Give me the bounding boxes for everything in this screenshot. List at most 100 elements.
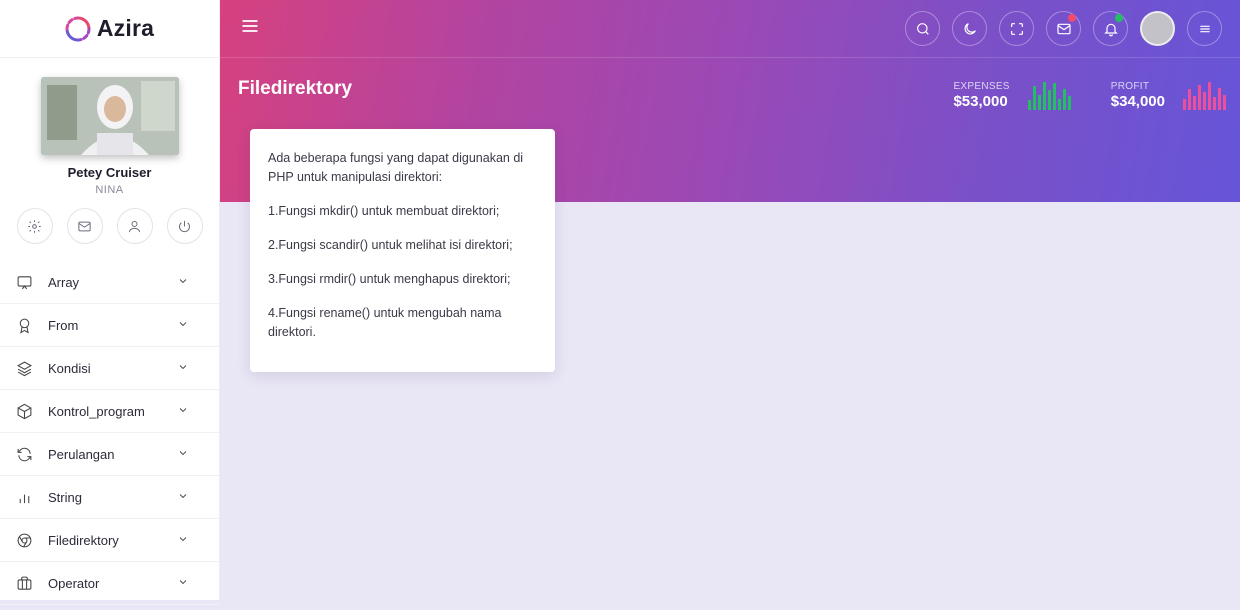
bell-badge bbox=[1115, 14, 1123, 22]
sparkline-bar bbox=[1052, 83, 1056, 110]
mail-badge bbox=[1068, 14, 1076, 22]
sidebar-item-label: Kondisi bbox=[48, 360, 91, 376]
sparkline-bar bbox=[1223, 95, 1226, 110]
moon-icon bbox=[964, 22, 976, 34]
user-icon bbox=[129, 220, 140, 232]
expenses-sparkline bbox=[1027, 80, 1071, 110]
profile-role: NINA bbox=[95, 184, 124, 196]
sparkline-bar bbox=[1042, 82, 1046, 110]
sidebar-item-label: Array bbox=[48, 274, 80, 290]
sidebar-item-label: Operator bbox=[48, 575, 100, 591]
sparkline-bar bbox=[1208, 82, 1211, 110]
mail-icon bbox=[78, 221, 91, 231]
sparkline-bar bbox=[1198, 85, 1201, 110]
box-icon bbox=[17, 403, 32, 419]
sidebar-item-operator[interactable]: Operator bbox=[0, 562, 219, 605]
sparkline-bar bbox=[1203, 92, 1206, 110]
messages-button[interactable] bbox=[1046, 11, 1081, 46]
hamburger-icon bbox=[242, 20, 258, 32]
stat-label: PROFIT bbox=[1110, 81, 1150, 92]
fullscreen-button[interactable] bbox=[999, 11, 1034, 46]
sidebar-item-kontrol-program[interactable]: Kontrol_program bbox=[0, 390, 219, 433]
power-icon bbox=[179, 220, 190, 232]
content-intro: Ada beberapa fungsi yang dapat digunakan… bbox=[268, 151, 524, 184]
chevron-down-icon bbox=[179, 579, 187, 584]
user-avatar[interactable] bbox=[1140, 11, 1175, 46]
briefcase-icon bbox=[17, 576, 32, 590]
profile-actions bbox=[0, 208, 219, 244]
layers-icon bbox=[17, 361, 32, 376]
sidebar-item-label: From bbox=[48, 317, 79, 333]
theme-toggle-button[interactable] bbox=[952, 11, 987, 46]
sidebar-item-label: Filedirektory bbox=[48, 532, 119, 548]
sidebar-item-array[interactable]: Array bbox=[0, 261, 219, 304]
page-title: Filedirektory bbox=[238, 78, 353, 99]
brand-name: Azira bbox=[96, 15, 155, 41]
sparkline-bar bbox=[1218, 88, 1221, 110]
spinner-logo-icon bbox=[65, 16, 91, 41]
menu-icon bbox=[1199, 25, 1210, 32]
search-icon bbox=[916, 22, 929, 35]
power-button[interactable] bbox=[166, 208, 203, 244]
chevron-down-icon bbox=[179, 364, 187, 369]
sparkline-bar bbox=[1193, 96, 1196, 110]
page-head: Filedirektory EXPENSES $53,000 PROFIT $3… bbox=[220, 58, 1240, 110]
stat-value: $53,000 bbox=[953, 93, 1008, 110]
monitor-icon bbox=[17, 275, 32, 289]
settings-button[interactable] bbox=[16, 208, 53, 244]
notifications-button[interactable] bbox=[1093, 11, 1128, 46]
sparkline-bar bbox=[1032, 86, 1036, 110]
sidebar-item-kondisi[interactable]: Kondisi bbox=[0, 347, 219, 390]
sparkline-bar bbox=[1062, 89, 1066, 110]
sidebar-item-filedirektory[interactable]: Filedirektory bbox=[0, 519, 219, 562]
chevron-down-icon bbox=[179, 536, 187, 541]
topbar-actions bbox=[905, 11, 1222, 46]
sparkline-bar bbox=[1027, 100, 1031, 110]
topbar bbox=[220, 0, 1240, 58]
fullscreen-icon bbox=[1010, 22, 1023, 35]
chevron-down-icon bbox=[179, 321, 187, 326]
sparkline-bar bbox=[1067, 96, 1071, 110]
profile-photo bbox=[40, 77, 179, 155]
expenses-stat: EXPENSES $53,000 bbox=[953, 80, 1071, 110]
search-button[interactable] bbox=[905, 11, 940, 46]
header-stats: EXPENSES $53,000 PROFIT $34,000 bbox=[953, 80, 1226, 110]
gear-icon bbox=[28, 219, 41, 233]
sidebar-menu: Array From Kondisi Kontrol_program Perul… bbox=[0, 261, 219, 605]
chrome-icon bbox=[17, 533, 32, 547]
bar-chart-icon bbox=[19, 494, 30, 503]
chevron-down-icon bbox=[179, 407, 187, 412]
sparkline-bar bbox=[1213, 97, 1216, 110]
chevron-down-icon bbox=[179, 493, 187, 498]
sparkline-bar bbox=[1047, 90, 1051, 110]
sidebar-item-from[interactable]: From bbox=[0, 304, 219, 347]
stat-label: EXPENSES bbox=[953, 81, 1010, 92]
bell-icon bbox=[1103, 23, 1118, 36]
profile: Petey Cruiser NINA bbox=[0, 58, 219, 244]
content-item: 1.Fungsi mkdir() untuk membuat direktori… bbox=[268, 204, 500, 218]
brand[interactable]: Azira bbox=[0, 0, 219, 58]
sidebar-item-perulangan[interactable]: Perulangan bbox=[0, 433, 219, 476]
award-icon bbox=[19, 318, 30, 334]
sidebar: Azira Petey Cruiser NINA Array From Kond… bbox=[0, 0, 220, 605]
content-item: 3.Fungsi rmdir() untuk menghapus direkto… bbox=[268, 272, 511, 286]
sidebar-toggle-button[interactable] bbox=[240, 16, 260, 41]
sidebar-item-label: Kontrol_program bbox=[48, 403, 145, 419]
content-item: 2.Fungsi scandir() untuk melihat isi dir… bbox=[268, 238, 513, 252]
chevron-down-icon bbox=[179, 278, 187, 283]
refresh-icon bbox=[17, 447, 32, 461]
sidebar-item-string[interactable]: String bbox=[0, 476, 219, 519]
sparkline-bar bbox=[1188, 89, 1191, 110]
right-menu-button[interactable] bbox=[1187, 11, 1222, 46]
sidebar-item-label: Perulangan bbox=[48, 446, 115, 462]
sidebar-item-label: String bbox=[48, 489, 82, 505]
profit-stat: PROFIT $34,000 bbox=[1111, 80, 1226, 110]
sparkline-bar bbox=[1057, 99, 1061, 110]
user-button[interactable] bbox=[116, 208, 153, 244]
sparkline-bar bbox=[1183, 99, 1186, 110]
mail-button[interactable] bbox=[66, 208, 103, 244]
sparkline-bar bbox=[1037, 95, 1041, 110]
content-card: Ada beberapa fungsi yang dapat digunakan… bbox=[250, 129, 555, 372]
profile-name: Petey Cruiser bbox=[67, 165, 152, 180]
chevron-down-icon bbox=[179, 450, 187, 455]
